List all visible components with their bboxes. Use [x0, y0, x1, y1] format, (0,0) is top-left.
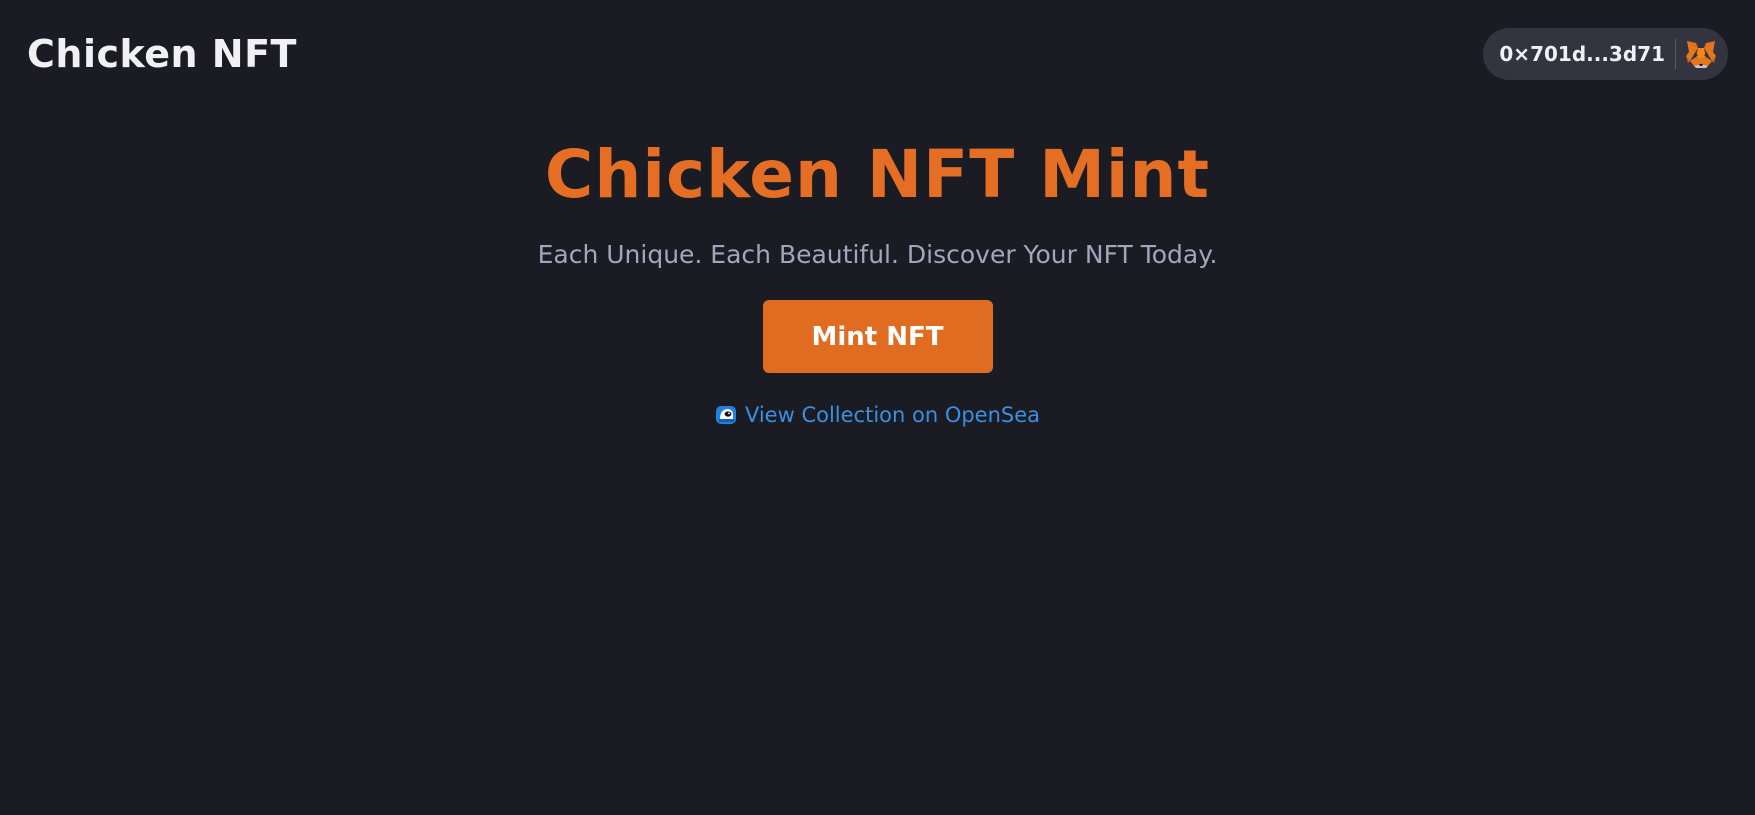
wallet-divider	[1675, 39, 1676, 69]
mint-nft-button[interactable]: Mint NFT	[762, 300, 993, 373]
opensea-link-row: View Collection on OpenSea	[0, 373, 1755, 430]
brand-logo-text[interactable]: Chicken NFT	[27, 30, 297, 78]
metamask-fox-icon	[1684, 37, 1718, 71]
hero-section: Chicken NFT Mint Each Unique. Each Beaut…	[0, 135, 1755, 430]
hero-subtitle: Each Unique. Each Beautiful. Discover Yo…	[537, 240, 1218, 269]
opensea-collection-link[interactable]: View Collection on OpenSea	[715, 403, 1040, 427]
opensea-logo-icon	[715, 404, 745, 426]
page-title: Chicken NFT Mint	[544, 136, 1211, 213]
page: Chicken NFT 0×701d...3d71 Chicken NFT Mi…	[0, 0, 1755, 815]
wallet-button[interactable]: 0×701d...3d71	[1483, 28, 1728, 80]
opensea-link-label: View Collection on OpenSea	[744, 403, 1041, 427]
wallet-address: 0×701d...3d71	[1499, 42, 1665, 66]
